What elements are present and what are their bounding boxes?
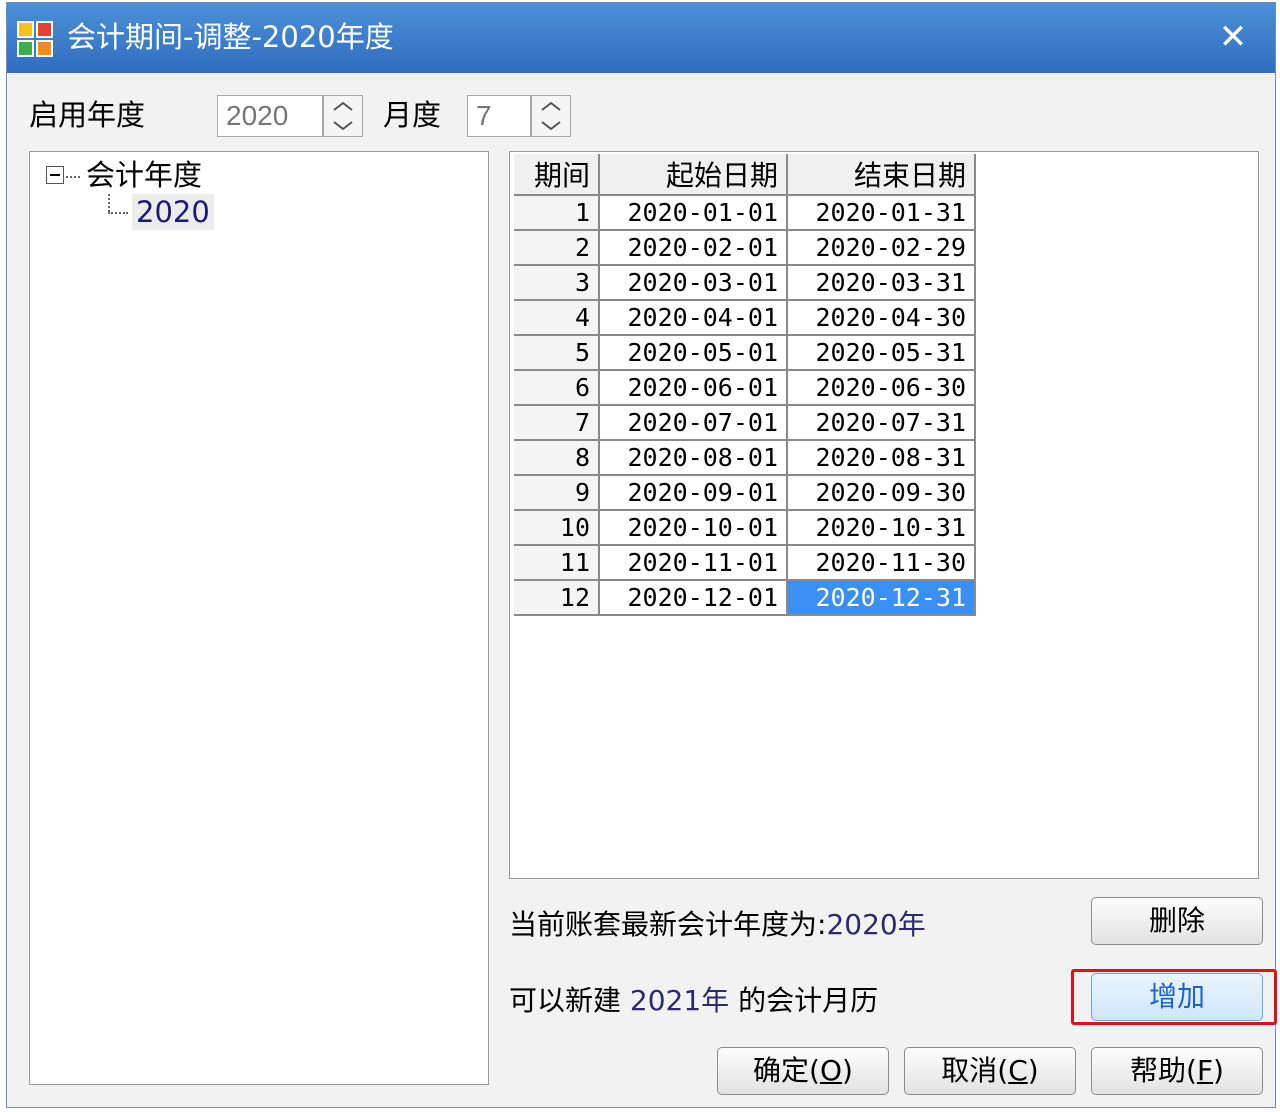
- table-row[interactable]: 7 2020-07-01 2020-07-31: [514, 405, 976, 441]
- new-year-value: 2021年: [629, 984, 730, 1017]
- table-row[interactable]: 1 2020-01-01 2020-01-31: [514, 195, 976, 231]
- help-paren: ): [1213, 1054, 1224, 1087]
- end-date-cell[interactable]: 2020-07-31: [787, 405, 976, 441]
- table-row[interactable]: 12 2020-12-01 2020-12-31: [514, 580, 976, 616]
- help-button[interactable]: 帮助(F): [1091, 1047, 1263, 1095]
- start-date-cell[interactable]: 2020-12-01: [599, 580, 788, 616]
- start-date-cell[interactable]: 2020-08-01: [599, 440, 788, 476]
- period-cell[interactable]: 6: [514, 370, 600, 406]
- period-cell[interactable]: 9: [514, 475, 600, 511]
- period-cell[interactable]: 4: [514, 300, 600, 336]
- period-cell[interactable]: 11: [514, 545, 600, 581]
- title-bar: 会计期间-调整-2020年度 ✕: [7, 3, 1275, 73]
- end-date-cell[interactable]: 2020-06-30: [787, 370, 976, 406]
- period-cell[interactable]: 12: [514, 580, 600, 616]
- spin-up-icon[interactable]: [532, 96, 570, 116]
- table-row[interactable]: 3 2020-03-01 2020-03-31: [514, 265, 976, 301]
- start-date-cell[interactable]: 2020-05-01: [599, 335, 788, 371]
- table-row[interactable]: 11 2020-11-01 2020-11-30: [514, 545, 976, 581]
- end-date-cell[interactable]: 2020-09-30: [787, 475, 976, 511]
- start-date-cell[interactable]: 2020-03-01: [599, 265, 788, 301]
- period-cell[interactable]: 1: [514, 195, 600, 231]
- table-row[interactable]: 8 2020-08-01 2020-08-31: [514, 440, 976, 476]
- table-row[interactable]: 2 2020-02-01 2020-02-29: [514, 230, 976, 266]
- start-date-cell[interactable]: 2020-04-01: [599, 300, 788, 336]
- column-header-end[interactable]: 结束日期: [787, 154, 976, 196]
- spin-down-icon[interactable]: [324, 116, 362, 136]
- period-cell[interactable]: 7: [514, 405, 600, 441]
- column-header-period[interactable]: 期间: [514, 154, 600, 196]
- collapse-icon[interactable]: [46, 166, 64, 184]
- end-date-cell[interactable]: 2020-08-31: [787, 440, 976, 476]
- tree-item-2020[interactable]: 2020: [132, 194, 214, 230]
- period-grid-panel: 期间 起始日期 结束日期 1 2020-01-01 2020-01-31 2 2020-…: [509, 151, 1259, 879]
- table-header-row: 期间 起始日期 结束日期: [514, 154, 976, 196]
- table-row[interactable]: 4 2020-04-01 2020-04-30: [514, 300, 976, 336]
- period-cell[interactable]: 3: [514, 265, 600, 301]
- start-date-cell[interactable]: 2020-02-01: [599, 230, 788, 266]
- ok-button[interactable]: 确定(O): [717, 1047, 889, 1095]
- dialog-window: 会计期间-调整-2020年度 ✕ 启用年度 2020 月度 7 会计年度 202…: [6, 2, 1277, 1108]
- app-logo-icon: [17, 21, 53, 57]
- period-table: 期间 起始日期 结束日期 1 2020-01-01 2020-01-31 2 2020-…: [514, 154, 976, 616]
- table-row[interactable]: 10 2020-10-01 2020-10-31: [514, 510, 976, 546]
- tree-connector: [108, 194, 110, 212]
- end-date-cell[interactable]: 2020-12-31: [787, 580, 976, 616]
- year-input[interactable]: 2020: [217, 95, 323, 137]
- cancel-button[interactable]: 取消(C): [904, 1047, 1076, 1095]
- month-input[interactable]: 7: [467, 95, 531, 137]
- spin-up-icon[interactable]: [324, 96, 362, 116]
- cancel-label: 取消(: [941, 1054, 1009, 1087]
- month-label: 月度: [383, 98, 442, 132]
- table-row[interactable]: 9 2020-09-01 2020-09-30: [514, 475, 976, 511]
- period-cell[interactable]: 5: [514, 335, 600, 371]
- start-date-cell[interactable]: 2020-01-01: [599, 195, 788, 231]
- tree-connector: [66, 176, 80, 178]
- cancel-paren: ): [1027, 1054, 1039, 1087]
- close-icon[interactable]: ✕: [1211, 15, 1255, 59]
- end-date-cell[interactable]: 2020-01-31: [787, 195, 976, 231]
- end-date-cell[interactable]: 2020-02-29: [787, 230, 976, 266]
- table-row[interactable]: 6 2020-06-01 2020-06-30: [514, 370, 976, 406]
- latest-year-value: 2020年: [826, 908, 926, 941]
- start-date-cell[interactable]: 2020-07-01: [599, 405, 788, 441]
- tree-root[interactable]: 会计年度: [86, 157, 202, 193]
- cancel-hotkey: C: [1008, 1054, 1028, 1087]
- ok-hotkey: O: [819, 1054, 843, 1087]
- period-cell[interactable]: 8: [514, 440, 600, 476]
- window-title: 会计期间-调整-2020年度: [67, 20, 394, 54]
- new-year-prefix: 可以新建: [509, 984, 622, 1017]
- month-spinner[interactable]: [531, 95, 571, 137]
- help-label: 帮助(: [1130, 1054, 1197, 1087]
- year-spinner[interactable]: [323, 95, 363, 137]
- start-date-cell[interactable]: 2020-06-01: [599, 370, 788, 406]
- start-date-cell[interactable]: 2020-11-01: [599, 545, 788, 581]
- ok-paren: ): [842, 1054, 853, 1087]
- year-tree: 会计年度 2020: [29, 151, 489, 1085]
- end-date-cell[interactable]: 2020-05-31: [787, 335, 976, 371]
- period-cell[interactable]: 2: [514, 230, 600, 266]
- latest-year-prefix: 当前账套最新会计年度为:: [509, 908, 827, 941]
- tree-connector: [108, 212, 128, 214]
- table-row[interactable]: 5 2020-05-01 2020-05-31: [514, 335, 976, 371]
- start-date-cell[interactable]: 2020-09-01: [599, 475, 788, 511]
- help-hotkey: F: [1196, 1054, 1214, 1087]
- column-header-start[interactable]: 起始日期: [599, 154, 788, 196]
- new-year-suffix: 的会计月历: [738, 984, 879, 1017]
- end-date-cell[interactable]: 2020-03-31: [787, 265, 976, 301]
- ok-label: 确定(: [753, 1054, 820, 1087]
- period-cell[interactable]: 10: [514, 510, 600, 546]
- end-date-cell[interactable]: 2020-04-30: [787, 300, 976, 336]
- end-date-cell[interactable]: 2020-11-30: [787, 545, 976, 581]
- start-date-cell[interactable]: 2020-10-01: [599, 510, 788, 546]
- new-year-info: 可以新建 2021年 的会计月历: [509, 981, 878, 1021]
- year-label: 启用年度: [29, 98, 146, 132]
- spin-down-icon[interactable]: [532, 116, 570, 136]
- add-button[interactable]: 增加: [1091, 973, 1263, 1021]
- latest-year-info: 当前账套最新会计年度为:2020年: [509, 905, 926, 945]
- end-date-cell[interactable]: 2020-10-31: [787, 510, 976, 546]
- delete-button[interactable]: 删除: [1091, 897, 1263, 945]
